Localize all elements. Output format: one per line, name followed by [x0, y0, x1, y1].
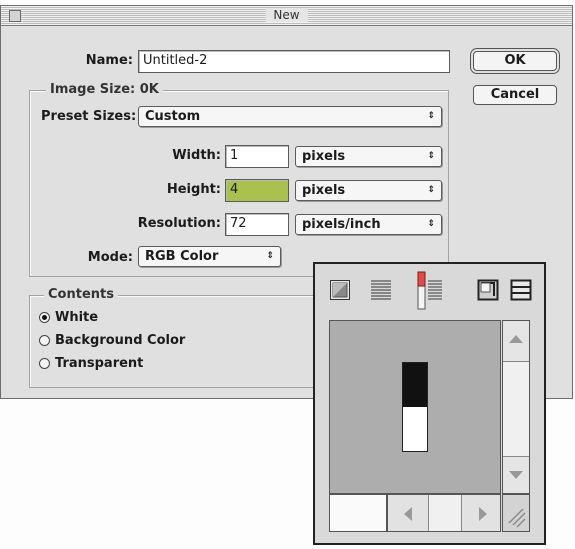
width-unit-select[interactable]: pixels ⇕ — [295, 146, 442, 167]
scroll-up-arrow-icon[interactable] — [509, 335, 523, 343]
slider-lines-icon[interactable] — [408, 270, 442, 310]
mode-value: RGB Color — [145, 249, 219, 264]
resolution-unit-select[interactable]: pixels/inch ⇕ — [295, 214, 442, 235]
title-bar[interactable]: New — [1, 6, 572, 26]
radio-button-selected[interactable] — [39, 312, 50, 323]
width-unit-value: pixels — [302, 149, 346, 164]
resolution-input[interactable]: 72 — [225, 213, 289, 236]
width-label: Width: — [172, 148, 221, 163]
radio-background-color-label: Background Color — [55, 333, 186, 348]
radio-transparent-label: Transparent — [55, 356, 144, 371]
window-title: New — [265, 8, 308, 22]
radio-white-label: White — [55, 310, 99, 325]
cancel-button[interactable]: Cancel — [473, 85, 557, 105]
height-unit-value: pixels — [302, 183, 346, 198]
layout-square-icon[interactable] — [477, 278, 499, 302]
close-box[interactable] — [9, 10, 21, 22]
popup-arrows-icon: ⇕ — [427, 151, 435, 161]
popup-arrows-icon: ⇕ — [427, 185, 435, 195]
palette-corner-area — [329, 494, 387, 532]
preset-sizes-value: Custom — [145, 109, 201, 124]
popup-arrows-icon: ⇕ — [266, 251, 274, 261]
scroll-right-arrow-icon[interactable] — [479, 507, 487, 521]
list-box-icon[interactable] — [510, 278, 532, 302]
scroll-track[interactable] — [503, 361, 529, 457]
pixel-preview-black — [403, 363, 427, 407]
preset-sizes-label: Preset Sizes: — [41, 109, 137, 124]
height-label: Height: — [166, 182, 221, 197]
radio-button[interactable] — [39, 358, 50, 369]
scroll-track[interactable] — [428, 495, 462, 531]
ok-button[interactable]: OK — [473, 51, 557, 71]
horizontal-scrollbar[interactable] — [387, 494, 501, 532]
appearance-palette — [313, 262, 546, 545]
resolution-unit-value: pixels/inch — [302, 217, 381, 232]
scroll-left-arrow-icon[interactable] — [404, 507, 412, 521]
popup-arrows-icon: ⇕ — [427, 219, 435, 229]
scroll-down-arrow-icon[interactable] — [509, 471, 523, 479]
popup-arrows-icon: ⇕ — [427, 111, 435, 121]
name-input[interactable]: Untitled-2 — [138, 50, 450, 73]
mode-label: Mode: — [87, 250, 133, 265]
vertical-scrollbar[interactable] — [502, 320, 530, 494]
width-input[interactable]: 1 — [225, 145, 289, 168]
preset-sizes-select[interactable]: Custom ⇕ — [138, 106, 442, 127]
resize-grip-icon[interactable] — [502, 494, 530, 532]
radio-button[interactable] — [39, 335, 50, 346]
pixel-preview — [402, 362, 428, 452]
preview-canvas[interactable] — [329, 320, 501, 494]
lines-icon[interactable] — [370, 278, 392, 302]
height-input[interactable]: 4 — [225, 179, 289, 202]
name-label: Name: — [85, 53, 133, 68]
fill-square-icon[interactable] — [329, 278, 351, 302]
mode-select[interactable]: RGB Color ⇕ — [138, 246, 281, 267]
resolution-label: Resolution: — [137, 216, 221, 231]
contents-label: Contents — [44, 287, 118, 303]
image-size-label: Image Size: 0K — [46, 82, 163, 98]
height-unit-select[interactable]: pixels ⇕ — [295, 180, 442, 201]
